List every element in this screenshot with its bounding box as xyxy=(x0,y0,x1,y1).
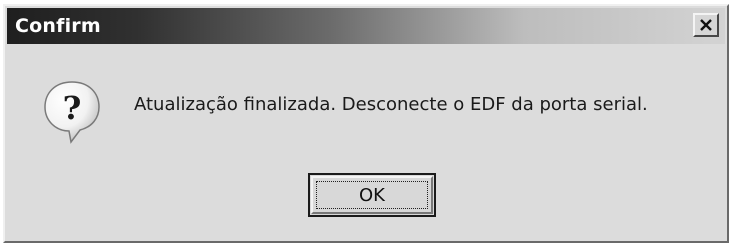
dialog-message: Atualização finalizada. Desconecte o EDF… xyxy=(134,94,648,115)
ok-button-label: OK xyxy=(316,181,428,209)
close-icon xyxy=(700,19,712,31)
confirm-dialog: Confirm ? Atualização finalizada. Descon… xyxy=(3,4,729,243)
question-icon: ? xyxy=(44,81,100,144)
close-button[interactable] xyxy=(693,13,719,37)
title-bar[interactable]: Confirm xyxy=(7,8,725,44)
dialog-title: Confirm xyxy=(15,15,101,37)
ok-button[interactable]: OK xyxy=(308,173,436,217)
svg-text:?: ? xyxy=(63,89,82,127)
